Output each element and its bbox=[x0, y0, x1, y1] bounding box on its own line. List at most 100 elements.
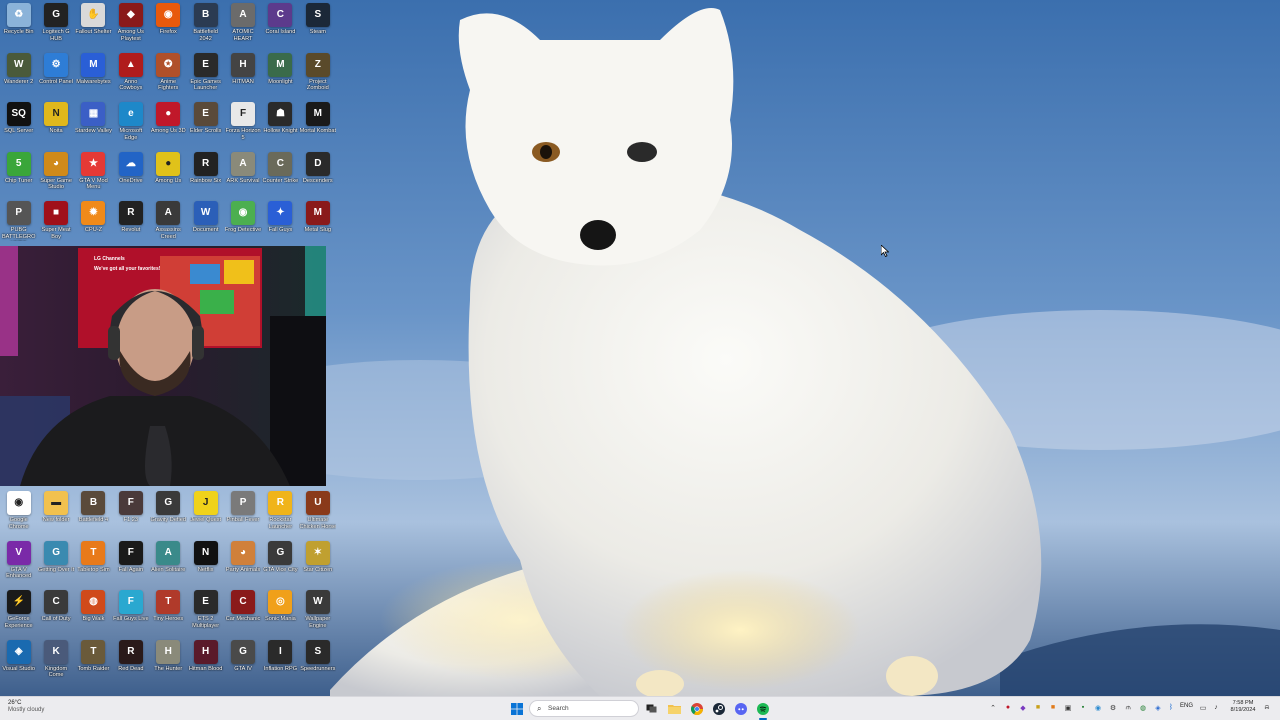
desktop-icon[interactable]: W Document bbox=[187, 198, 224, 248]
desktop-icon[interactable]: N Noita bbox=[37, 99, 74, 149]
desktop-icon[interactable]: M Mortal Kombat bbox=[299, 99, 336, 149]
desktop-icon[interactable]: ▦ Stardew Valley bbox=[75, 99, 112, 149]
desktop-icon[interactable]: ◉ Frog Detective bbox=[224, 198, 261, 248]
desktop-icon[interactable]: ▬ New folder bbox=[37, 488, 74, 538]
desktop-icon[interactable]: R Red Dead bbox=[112, 637, 149, 687]
desktop-icon[interactable]: H Hitman Blood bbox=[187, 637, 224, 687]
taskbar-search[interactable]: ⌕ bbox=[529, 700, 639, 717]
desktop-icon[interactable]: A ATOMIC HEART bbox=[224, 0, 261, 50]
desktop-icon[interactable]: ◕ Super Game Studio bbox=[37, 149, 74, 199]
desktop-icon[interactable]: F Fall Again bbox=[112, 538, 149, 588]
taskbar-clock[interactable]: 7:58 PM 8/19/2024 bbox=[1226, 700, 1260, 714]
desktop-icon[interactable]: C Counter Strike bbox=[262, 149, 299, 199]
desktop-icon[interactable]: ◉ Firefox bbox=[150, 0, 187, 50]
tray-cloud-icon[interactable]: ◉ bbox=[1093, 702, 1103, 713]
desktop-icon[interactable]: J Jewel Quest bbox=[187, 488, 224, 538]
desktop-icon[interactable]: ◍ Big Walk bbox=[75, 587, 112, 637]
desktop-icon[interactable]: I Inflation RPG bbox=[262, 637, 299, 687]
desktop-icon[interactable]: T Tiny Heroes bbox=[150, 587, 187, 637]
desktop-icon[interactable]: ☗ Hollow Knight bbox=[262, 99, 299, 149]
desktop-icon[interactable]: B Battlefield 2042 bbox=[187, 0, 224, 50]
desktop-icon[interactable]: G Gravity Defied bbox=[150, 488, 187, 538]
tray-security-icon[interactable]: ◍ bbox=[1138, 702, 1148, 713]
desktop-icon[interactable]: ◕ Party Animals bbox=[224, 538, 261, 588]
desktop-icon[interactable]: T Tomb Raider bbox=[75, 637, 112, 687]
tray-app-purple-icon[interactable]: ◆ bbox=[1018, 702, 1028, 713]
file-explorer-button[interactable] bbox=[666, 700, 683, 717]
desktop-icon[interactable]: ✋ Fallout Shelter bbox=[75, 0, 112, 50]
desktop-icon[interactable]: PPUBG BATTLEGROUNDS bbox=[0, 198, 37, 248]
start-button[interactable] bbox=[508, 700, 525, 717]
desktop-icon[interactable]: R Rainbow Six bbox=[187, 149, 224, 199]
desktop-icon[interactable]: ● Among Us 3D bbox=[150, 99, 187, 149]
desktop-icon[interactable]: A Assassins Creed bbox=[150, 198, 187, 248]
desktop-icon[interactable]: F Forza Horizon 5 bbox=[224, 99, 261, 149]
desktop-icon[interactable]: V GTA V Enhanced bbox=[0, 538, 37, 588]
desktop-icon[interactable]: T Tabletop Sim bbox=[75, 538, 112, 588]
desktop-icon[interactable]: G Getting Over It bbox=[37, 538, 74, 588]
desktop-icon[interactable]: A Alien Solitaire bbox=[150, 538, 187, 588]
desktop-icon[interactable]: P Pinball Fever bbox=[224, 488, 261, 538]
desktop-icon[interactable]: W Wanderer 2 bbox=[0, 50, 37, 100]
desktop-icon[interactable]: C Call of Duty bbox=[37, 587, 74, 637]
volume-icon[interactable]: ♪ bbox=[1211, 702, 1221, 713]
desktop-icon[interactable]: ✪ Anime Fighters bbox=[150, 50, 187, 100]
tray-usb-icon[interactable]: ⫙ bbox=[1123, 702, 1133, 713]
desktop-icon[interactable]: N Netflix bbox=[187, 538, 224, 588]
desktop-icon[interactable]: ◆ Among Us Playtest bbox=[112, 0, 149, 50]
desktop-icon[interactable]: G GTA Vice City bbox=[262, 538, 299, 588]
weather-widget[interactable]: 26°C Mostly cloudy bbox=[8, 700, 88, 714]
show-hidden-icons-chevron-icon[interactable]: ⌃ bbox=[988, 702, 998, 713]
desktop-icon[interactable]: ✹ CPU-Z bbox=[75, 198, 112, 248]
desktop-icon[interactable]: ◉ Google Chrome bbox=[0, 488, 37, 538]
desktop-icon[interactable]: E Elder Scrolls bbox=[187, 99, 224, 149]
tray-shield-icon[interactable]: ◈ bbox=[1153, 702, 1163, 713]
network-icon[interactable]: ▭ bbox=[1198, 702, 1208, 713]
desktop-icon[interactable]: A ARK Survival bbox=[224, 149, 261, 199]
desktop-icon[interactable]: R Rockstar Launcher bbox=[262, 488, 299, 538]
chrome-taskbar-button[interactable] bbox=[688, 700, 705, 717]
bluetooth-icon[interactable]: ᛒ bbox=[1166, 702, 1176, 713]
desktop-icon[interactable]: M Moonlight bbox=[262, 50, 299, 100]
language-indicator[interactable]: ENG bbox=[1180, 703, 1193, 709]
desktop-icon[interactable]: ✦ Fall Guys bbox=[262, 198, 299, 248]
desktop-icon[interactable]: M Malwarebytes bbox=[75, 50, 112, 100]
desktop-icon[interactable]: W Wallpaper Engine bbox=[299, 587, 336, 637]
desktop-icon[interactable]: H The Hunter bbox=[150, 637, 187, 687]
desktop-icon[interactable]: SQ SQL Server bbox=[0, 99, 37, 149]
desktop-icon[interactable]: C Car Mechanic bbox=[224, 587, 261, 637]
desktop-icon[interactable]: B Battlefield 4 bbox=[75, 488, 112, 538]
desktop-icon[interactable]: S Speedrunners bbox=[299, 637, 336, 687]
desktop-icon[interactable]: e Microsoft Edge bbox=[112, 99, 149, 149]
desktop-icon[interactable]: ⚡ GeForce Experience bbox=[0, 587, 37, 637]
desktop-icon[interactable]: ● Among Us bbox=[150, 149, 187, 199]
tray-nvidia-icon[interactable]: ▪ bbox=[1078, 702, 1088, 713]
desktop-icon[interactable]: K Kingdom Come bbox=[37, 637, 74, 687]
desktop-icon[interactable]: ✶ Star Citizen bbox=[299, 538, 336, 588]
steam-taskbar-button[interactable] bbox=[710, 700, 727, 717]
desktop-icon[interactable]: G GTA IV bbox=[224, 637, 261, 687]
desktop-icon[interactable]: G Logitech G HUB bbox=[37, 0, 74, 50]
tray-app-yellow-icon[interactable]: ■ bbox=[1033, 702, 1043, 713]
desktop-icon[interactable]: ◈ Visual Studio bbox=[0, 637, 37, 687]
desktop-icon[interactable]: 5 Chip Tuner bbox=[0, 149, 37, 199]
desktop-icon[interactable]: ☁ OneDrive bbox=[112, 149, 149, 199]
desktop-icon[interactable]: S Steam bbox=[299, 0, 336, 50]
tray-app-orange-icon[interactable]: ■ bbox=[1048, 702, 1058, 713]
tray-monitor-icon[interactable]: ▣ bbox=[1063, 702, 1073, 713]
desktop-icon[interactable]: F F1 23 bbox=[112, 488, 149, 538]
desktop-icon[interactable]: Z Project Zomboid bbox=[299, 50, 336, 100]
desktop-icon[interactable]: ★ GTA V Mod Menu bbox=[75, 149, 112, 199]
desktop-icon[interactable]: M Metal Slug bbox=[299, 198, 336, 248]
desktop-icon[interactable]: R Revolut bbox=[112, 198, 149, 248]
desktop-icon[interactable]: ◎ Sonic Mania bbox=[262, 587, 299, 637]
notifications-bell-icon[interactable]: ⍾ bbox=[1262, 702, 1272, 713]
tray-gear-icon[interactable]: ⚙ bbox=[1108, 702, 1118, 713]
desktop-icon[interactable]: ⚙ Control Panel bbox=[37, 50, 74, 100]
tray-app-red-icon[interactable]: ● bbox=[1003, 702, 1013, 713]
desktop-icon[interactable]: E Epic Games Launcher bbox=[187, 50, 224, 100]
desktop-icon[interactable]: C Coral Island bbox=[262, 0, 299, 50]
desktop-icon[interactable]: H HITMAN bbox=[224, 50, 261, 100]
desktop-icon[interactable]: ♻ Recycle Bin bbox=[0, 0, 37, 50]
desktop-icon[interactable]: D Descenders bbox=[299, 149, 336, 199]
